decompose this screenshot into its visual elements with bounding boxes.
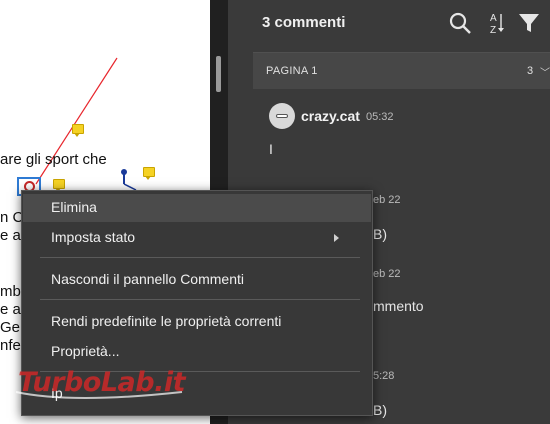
comment-item[interactable]: crazy.cat 05:32 I	[253, 96, 550, 166]
menu-item-label: Imposta stato	[51, 229, 136, 245]
page-group-count: 3	[527, 65, 534, 77]
comment-body: mmento	[373, 298, 424, 314]
comments-panel-header: 3 commenti A Z	[253, 0, 550, 46]
chevron-down-icon[interactable]: ﹀	[540, 64, 550, 79]
sticky-note-icon[interactable]	[72, 124, 84, 137]
document-text-line: mb	[0, 283, 21, 300]
document-text-line: n C	[0, 209, 24, 226]
document-text-line: are gli sport che	[0, 151, 107, 168]
menu-item-label: Rendi predefinite le proprietà correnti	[51, 313, 282, 329]
svg-text:Z: Z	[490, 25, 496, 36]
menu-item-label: Elimina	[51, 199, 97, 215]
search-icon[interactable]	[447, 10, 473, 36]
comment-author: crazy.cat	[301, 108, 360, 124]
comment-time: eb 22	[373, 194, 401, 206]
comment-body: B)	[373, 226, 387, 242]
filter-icon[interactable]	[516, 10, 542, 36]
menu-item-imposta-stato[interactable]: Imposta stato	[23, 224, 371, 252]
menu-item-elimina[interactable]: Elimina	[23, 194, 371, 222]
page-group-header[interactable]: PAGINA 1 3 ﹀	[253, 52, 550, 89]
comment-body: B)	[373, 402, 387, 418]
comment-time: 5:28	[373, 370, 395, 382]
watermark-text: TurboLab.it	[18, 367, 186, 398]
sticky-note-icon[interactable]	[143, 167, 155, 180]
turbolab-watermark: TurboLab.it	[12, 362, 212, 406]
document-text-line: e a	[0, 301, 21, 318]
menu-item-label: Nascondi il pannello Commenti	[51, 271, 244, 287]
comments-count: 3 commenti	[262, 14, 346, 31]
comment-time: 05:32	[366, 111, 394, 123]
page-group-label: PAGINA 1	[266, 65, 318, 77]
menu-separator	[40, 299, 360, 300]
svg-text:A: A	[490, 13, 497, 24]
submenu-arrow-icon	[334, 234, 339, 242]
menu-separator	[40, 257, 360, 258]
menu-item-label: Proprietà...	[51, 343, 120, 359]
document-scrollbar-thumb[interactable]	[216, 56, 221, 92]
comment-body: I	[269, 141, 273, 157]
document-text-line: e a	[0, 227, 21, 244]
comment-time: eb 22	[373, 268, 401, 280]
document-text-line: nfe	[0, 337, 21, 354]
menu-item-rendi-predefinite[interactable]: Rendi predefinite le proprietà correnti	[23, 308, 371, 336]
sort-az-icon[interactable]: A Z	[483, 10, 509, 36]
menu-item-nascondi-pannello[interactable]: Nascondi il pannello Commenti	[23, 266, 371, 294]
avatar	[269, 103, 295, 129]
sticky-note-icon[interactable]	[53, 179, 65, 192]
